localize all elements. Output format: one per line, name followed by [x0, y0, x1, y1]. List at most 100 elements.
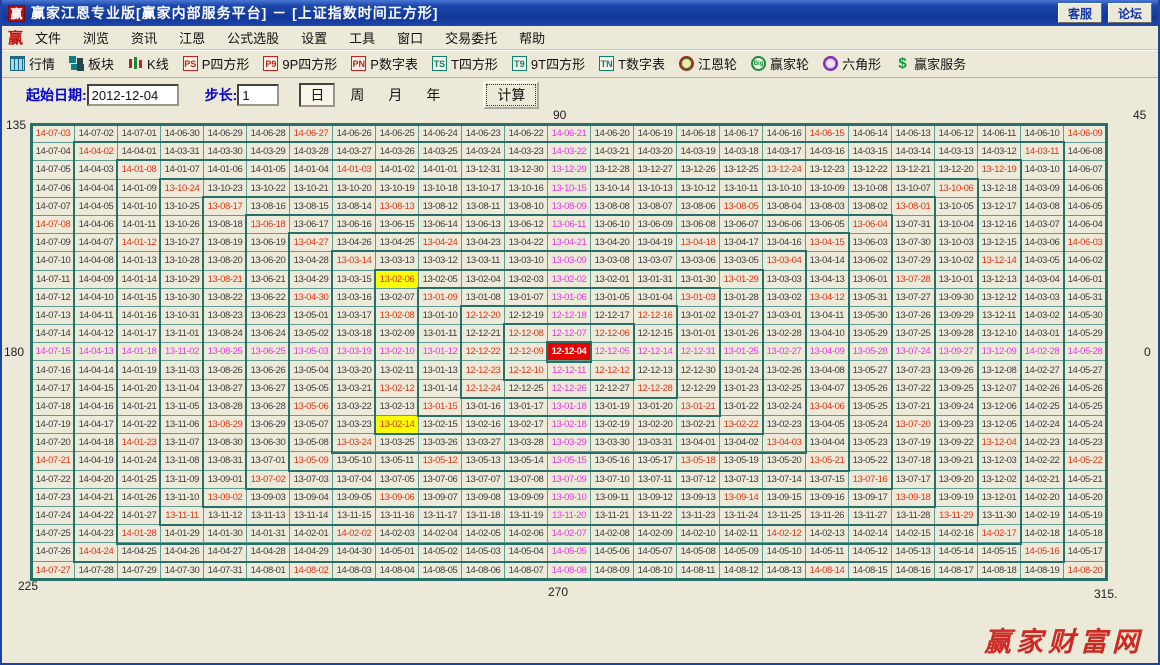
date-cell[interactable]: 14-06-27: [290, 125, 333, 144]
date-cell[interactable]: 13-08-17: [204, 197, 247, 216]
date-cell[interactable]: 14-02-27: [1021, 361, 1064, 380]
date-cell[interactable]: 13-10-11: [720, 179, 763, 198]
date-cell[interactable]: 13-01-12: [419, 343, 462, 362]
date-cell[interactable]: 12-12-31: [677, 343, 720, 362]
date-cell[interactable]: 14-01-16: [118, 306, 161, 326]
date-cell[interactable]: 12-12-20: [462, 306, 505, 326]
date-cell[interactable]: 14-01-01: [419, 161, 462, 180]
date-cell[interactable]: 13-03-29: [548, 434, 591, 453]
date-cell[interactable]: 13-09-24: [935, 397, 978, 416]
date-cell[interactable]: 14-06-07: [1064, 161, 1107, 180]
date-cell[interactable]: 14-04-30: [333, 543, 376, 562]
date-cell[interactable]: 13-05-03: [290, 343, 333, 362]
date-cell[interactable]: 13-06-18: [247, 215, 290, 235]
date-cell[interactable]: 13-03-11: [462, 252, 505, 271]
period-option-周[interactable]: 周: [341, 85, 373, 105]
date-cell[interactable]: 13-04-29: [290, 270, 333, 289]
date-cell[interactable]: 14-04-04: [75, 179, 118, 198]
date-cell[interactable]: 13-07-28: [892, 270, 935, 289]
date-cell[interactable]: 13-03-10: [505, 252, 548, 271]
date-cell[interactable]: 13-12-25: [720, 161, 763, 180]
toolbar-button-9T四方形[interactable]: T9 9T四方形: [511, 54, 585, 73]
date-cell[interactable]: 13-10-26: [161, 215, 204, 235]
date-cell[interactable]: 13-08-28: [204, 397, 247, 416]
date-cell[interactable]: 14-05-24: [1064, 416, 1107, 435]
date-cell[interactable]: 14-04-19: [75, 452, 118, 471]
date-cell[interactable]: 13-05-25: [849, 397, 892, 416]
date-cell[interactable]: 14-07-04: [32, 143, 75, 162]
date-cell[interactable]: 13-08-07: [634, 197, 677, 216]
date-cell[interactable]: 13-11-19: [505, 506, 548, 526]
date-cell[interactable]: 14-02-05: [462, 525, 505, 544]
date-cell[interactable]: 13-11-18: [462, 506, 505, 526]
date-cell[interactable]: 12-12-22: [462, 343, 505, 362]
date-cell[interactable]: 13-01-27: [720, 306, 763, 326]
date-cell[interactable]: 14-03-21: [591, 143, 634, 162]
date-cell[interactable]: 13-10-25: [161, 197, 204, 216]
date-cell[interactable]: 14-03-26: [376, 143, 419, 162]
date-cell[interactable]: 13-02-10: [376, 343, 419, 362]
date-cell[interactable]: 14-07-31: [204, 561, 247, 580]
date-cell[interactable]: 13-06-06: [763, 215, 806, 235]
date-cell[interactable]: 14-01-17: [118, 325, 161, 344]
date-cell[interactable]: 14-01-18: [118, 343, 161, 362]
date-cell[interactable]: 13-12-11: [978, 306, 1021, 326]
menu-item-公式选股[interactable]: 公式选股: [227, 28, 279, 47]
date-cell[interactable]: 14-07-09: [32, 234, 75, 253]
date-cell[interactable]: 13-01-07: [505, 288, 548, 307]
date-cell[interactable]: 13-08-26: [204, 361, 247, 380]
date-cell[interactable]: 13-06-17: [290, 215, 333, 235]
date-cell[interactable]: 13-02-17: [505, 416, 548, 435]
date-cell[interactable]: 13-07-27: [892, 288, 935, 307]
date-cell[interactable]: 14-01-21: [118, 397, 161, 416]
date-cell[interactable]: 14-01-14: [118, 270, 161, 289]
date-cell[interactable]: 14-07-07: [32, 197, 75, 216]
date-cell[interactable]: 14-01-11: [118, 215, 161, 235]
date-cell[interactable]: 13-02-12: [376, 379, 419, 398]
date-cell[interactable]: 14-08-09: [591, 561, 634, 580]
date-cell[interactable]: 13-03-13: [376, 252, 419, 271]
date-cell[interactable]: 13-04-04: [806, 434, 849, 453]
date-cell[interactable]: 13-06-10: [591, 215, 634, 235]
date-cell[interactable]: 14-02-04: [419, 525, 462, 544]
date-cell[interactable]: 14-06-16: [763, 125, 806, 144]
date-cell[interactable]: 13-02-18: [548, 416, 591, 435]
customer-service-button[interactable]: 客服: [1058, 3, 1102, 23]
menu-item-工具[interactable]: 工具: [349, 28, 375, 47]
date-cell[interactable]: 13-04-05: [806, 416, 849, 435]
date-cell[interactable]: 13-10-03: [935, 234, 978, 253]
date-cell[interactable]: 13-05-06: [290, 397, 333, 416]
date-cell[interactable]: 13-11-25: [763, 506, 806, 526]
date-cell[interactable]: 13-11-15: [333, 506, 376, 526]
date-cell[interactable]: 14-05-30: [1064, 306, 1107, 326]
date-cell[interactable]: 13-05-12: [419, 452, 462, 471]
date-cell[interactable]: 13-09-07: [419, 488, 462, 507]
date-cell[interactable]: 13-05-21: [806, 452, 849, 471]
date-cell[interactable]: 13-11-13: [247, 506, 290, 526]
date-cell[interactable]: 14-07-15: [32, 343, 75, 362]
date-cell[interactable]: 13-07-19: [892, 434, 935, 453]
date-cell[interactable]: 13-12-07: [978, 379, 1021, 398]
date-cell[interactable]: 13-07-31: [892, 215, 935, 235]
date-cell[interactable]: 13-04-25: [376, 234, 419, 253]
date-cell[interactable]: 14-03-19: [677, 143, 720, 162]
toolbar-button-行情[interactable]: 行情: [10, 54, 55, 73]
date-cell[interactable]: 14-01-09: [118, 179, 161, 198]
date-cell[interactable]: 13-04-24: [419, 234, 462, 253]
date-cell[interactable]: 13-03-24: [333, 434, 376, 453]
date-cell[interactable]: 13-02-28: [763, 325, 806, 344]
date-cell[interactable]: 14-04-26: [161, 543, 204, 562]
date-cell[interactable]: 14-08-19: [1021, 561, 1064, 580]
date-cell[interactable]: 14-01-07: [161, 161, 204, 180]
date-cell[interactable]: 12-12-16: [634, 306, 677, 326]
date-cell[interactable]: 13-03-31: [634, 434, 677, 453]
date-cell[interactable]: 14-06-04: [1064, 215, 1107, 235]
date-cell[interactable]: 12-12-14: [634, 343, 677, 362]
date-cell[interactable]: 13-08-20: [204, 252, 247, 271]
date-cell[interactable]: 13-09-06: [376, 488, 419, 507]
date-cell[interactable]: 12-12-19: [505, 306, 548, 326]
date-cell[interactable]: 13-03-19: [333, 343, 376, 362]
date-cell[interactable]: 13-09-10: [548, 488, 591, 507]
date-cell[interactable]: 13-02-14: [376, 416, 419, 435]
date-cell[interactable]: 14-05-16: [1021, 543, 1064, 562]
